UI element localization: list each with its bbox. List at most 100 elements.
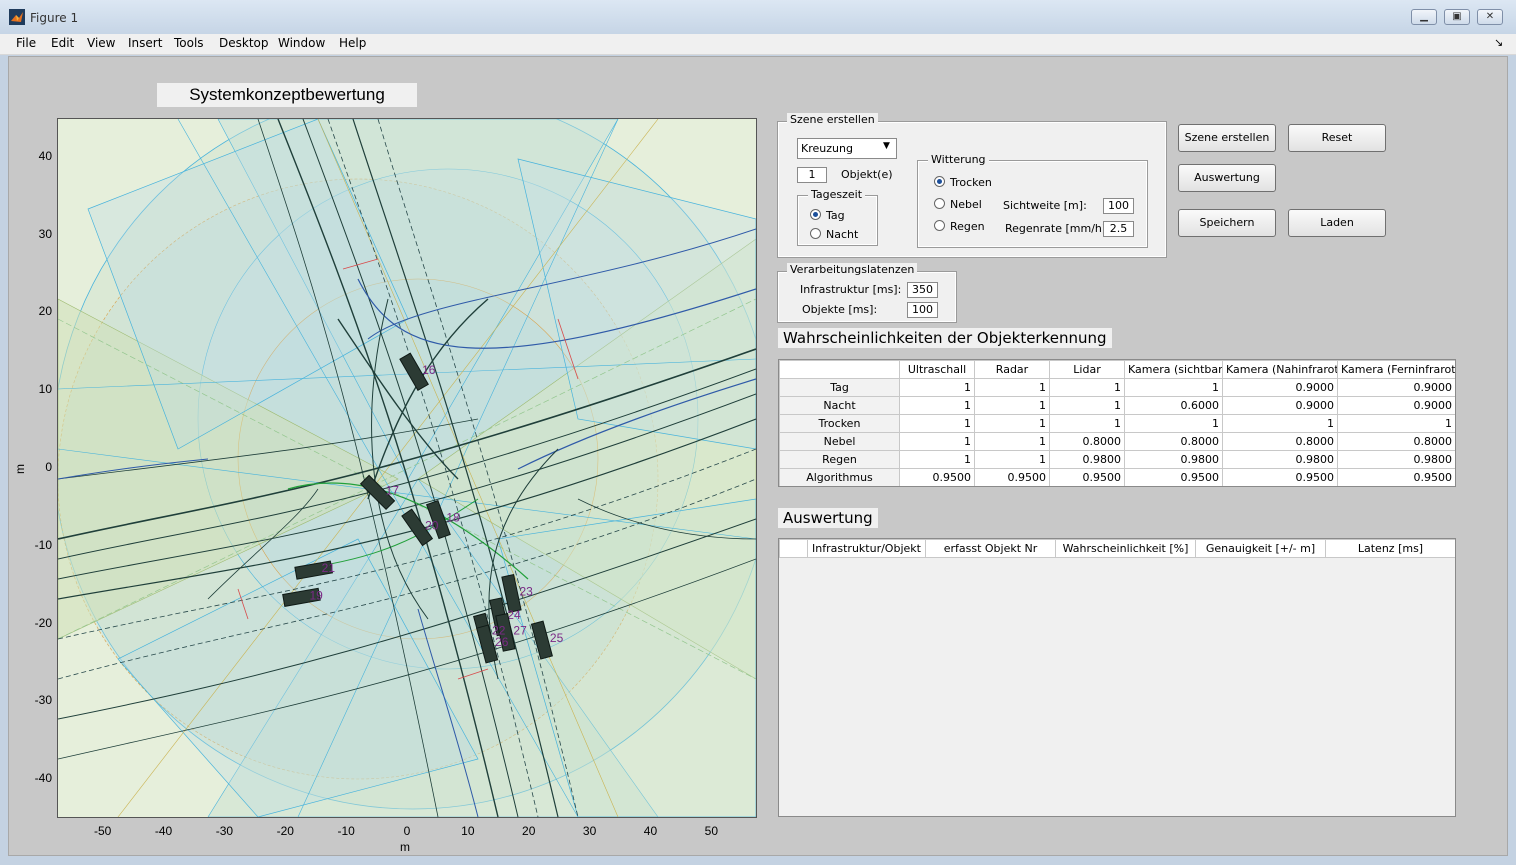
table-cell[interactable]: 0.8000 — [1049, 432, 1125, 451]
table-cell[interactable]: 1 — [974, 432, 1050, 451]
column-header[interactable] — [779, 539, 808, 558]
speichern-button[interactable]: Speichern — [1178, 209, 1276, 237]
object-id-label: 25 — [550, 631, 564, 645]
table-cell[interactable]: 1 — [1049, 414, 1125, 433]
column-header[interactable]: Latenz [ms] — [1325, 539, 1455, 558]
object-id-label: 27 — [513, 623, 527, 637]
table-cell[interactable]: 0.9500 — [899, 468, 975, 486]
menu-help[interactable]: Help — [331, 34, 374, 54]
laden-button[interactable]: Laden — [1288, 209, 1386, 237]
table-cell[interactable]: 0.9000 — [1337, 378, 1455, 397]
sichtweite-input[interactable]: 100 — [1103, 198, 1134, 214]
menu-file[interactable]: File — [8, 34, 44, 54]
auswertung-table[interactable]: Infrastruktur/Objekt erfasst Objekt Nr W… — [778, 538, 1456, 817]
menu-edit[interactable]: Edit — [43, 34, 82, 54]
column-header[interactable]: Kamera (Ferninfrarot) — [1337, 360, 1455, 379]
table-cell[interactable]: 0.9000 — [1222, 378, 1338, 397]
objekte-latency-input[interactable]: 100 — [907, 302, 938, 318]
table-cell[interactable]: 0.9800 — [1049, 450, 1125, 469]
table-cell[interactable]: 0.9800 — [1337, 450, 1455, 469]
x-tick-label: 30 — [582, 824, 597, 838]
close-button[interactable]: ✕ — [1477, 9, 1503, 25]
column-header[interactable]: Infrastruktur/Objekt — [807, 539, 926, 558]
row-header[interactable]: Nebel — [779, 432, 900, 451]
infra-latency-input[interactable]: 350 — [907, 282, 938, 298]
auswertung-button[interactable]: Auswertung — [1178, 164, 1276, 192]
table-cell[interactable]: 0.8000 — [1337, 432, 1455, 451]
auswertung-table-title: Auswertung — [778, 508, 878, 528]
y-tick-label: -30 — [34, 693, 52, 708]
table-cell[interactable]: 0.9500 — [974, 468, 1050, 486]
column-header[interactable]: Genauigkeit [+/- m] — [1195, 539, 1326, 558]
table-cell[interactable]: 0.8000 — [1124, 432, 1223, 451]
column-header[interactable]: Kamera (sichtbar) — [1124, 360, 1223, 379]
corner-cell — [779, 360, 900, 379]
radio-nebel[interactable] — [934, 198, 945, 209]
table-cell[interactable]: 1 — [1124, 378, 1223, 397]
table-cell[interactable]: 0.9000 — [1222, 396, 1338, 415]
table-cell[interactable]: 0.8000 — [1222, 432, 1338, 451]
row-header[interactable]: Regen — [779, 450, 900, 469]
radio-trocken[interactable] — [934, 176, 945, 187]
scene-type-select[interactable]: Kreuzung ▼ — [797, 138, 897, 159]
row-header[interactable]: Algorithmus — [779, 468, 900, 486]
minimize-button[interactable]: ▁ — [1411, 9, 1437, 25]
menu-insert[interactable]: Insert — [120, 34, 170, 54]
window-title: Figure 1 — [30, 11, 79, 25]
table-cell[interactable]: 1 — [899, 450, 975, 469]
menu-view[interactable]: View — [79, 34, 123, 54]
window-titlebar: Figure 1 ▁ ▣ ✕ — [0, 0, 1516, 35]
table-cell[interactable]: 1 — [974, 450, 1050, 469]
reset-button[interactable]: Reset — [1288, 124, 1386, 152]
table-cell[interactable]: 0.9500 — [1124, 468, 1223, 486]
column-header[interactable]: Lidar — [1049, 360, 1125, 379]
column-header[interactable]: Ultraschall — [899, 360, 975, 379]
menu-tools[interactable]: Tools — [166, 34, 212, 54]
table-cell[interactable]: 1 — [899, 432, 975, 451]
table-cell[interactable]: 1 — [974, 414, 1050, 433]
auswertung-table-header: Infrastruktur/Objekt erfasst Objekt Nr W… — [779, 539, 1455, 558]
column-header[interactable]: Kamera (Nahinfrarot) — [1222, 360, 1338, 379]
x-tick-label: 0 — [403, 824, 411, 838]
dock-arrow-icon[interactable]: ↘ — [1494, 36, 1503, 49]
table-cell[interactable]: 1 — [974, 378, 1050, 397]
table-cell[interactable]: 1 — [1222, 414, 1338, 433]
plot-axes[interactable]: 16 17 18 20 21 19 23 24 27 22 26 25 — [57, 118, 757, 818]
probability-table[interactable]: Ultraschall Radar Lidar Kamera (sichtbar… — [778, 359, 1456, 487]
table-cell[interactable]: 0.6000 — [1124, 396, 1223, 415]
table-cell[interactable]: 0.9800 — [1222, 450, 1338, 469]
infra-latency-label: Infrastruktur [ms]: — [800, 283, 902, 296]
maximize-button[interactable]: ▣ — [1444, 9, 1470, 25]
regenrate-input[interactable]: 2.5 — [1103, 221, 1134, 237]
tageszeit-title: Tageszeit — [808, 188, 866, 201]
szene-erstellen-button[interactable]: Szene erstellen — [1178, 124, 1276, 152]
probability-table-header: Ultraschall Radar Lidar Kamera (sichtbar… — [779, 360, 1455, 379]
radio-regen[interactable] — [934, 220, 945, 231]
object-id-label: 23 — [519, 584, 533, 598]
table-cell[interactable]: 1 — [899, 414, 975, 433]
table-cell[interactable]: 1 — [1337, 414, 1455, 433]
table-cell[interactable]: 1 — [899, 396, 975, 415]
menu-window[interactable]: Window — [270, 34, 333, 54]
table-cell[interactable]: 1 — [1049, 396, 1125, 415]
row-header[interactable]: Nacht — [779, 396, 900, 415]
table-cell[interactable]: 1 — [899, 378, 975, 397]
table-cell[interactable]: 1 — [1124, 414, 1223, 433]
table-cell[interactable]: 0.9500 — [1337, 468, 1455, 486]
table-cell[interactable]: 0.9800 — [1124, 450, 1223, 469]
column-header[interactable]: Wahrscheinlichkeit [%] — [1055, 539, 1196, 558]
table-cell[interactable]: 1 — [1049, 378, 1125, 397]
radio-tag[interactable] — [810, 209, 821, 220]
x-tick-label: -30 — [215, 824, 234, 838]
object-count-input[interactable]: 1 — [797, 167, 827, 183]
table-cell[interactable]: 0.9500 — [1049, 468, 1125, 486]
menu-desktop[interactable]: Desktop — [211, 34, 277, 54]
row-header[interactable]: Tag — [779, 378, 900, 397]
column-header[interactable]: erfasst Objekt Nr — [925, 539, 1056, 558]
table-cell[interactable]: 1 — [974, 396, 1050, 415]
row-header[interactable]: Trocken — [779, 414, 900, 433]
radio-nacht[interactable] — [810, 228, 821, 239]
column-header[interactable]: Radar — [974, 360, 1050, 379]
table-cell[interactable]: 0.9500 — [1222, 468, 1338, 486]
table-cell[interactable]: 0.9000 — [1337, 396, 1455, 415]
